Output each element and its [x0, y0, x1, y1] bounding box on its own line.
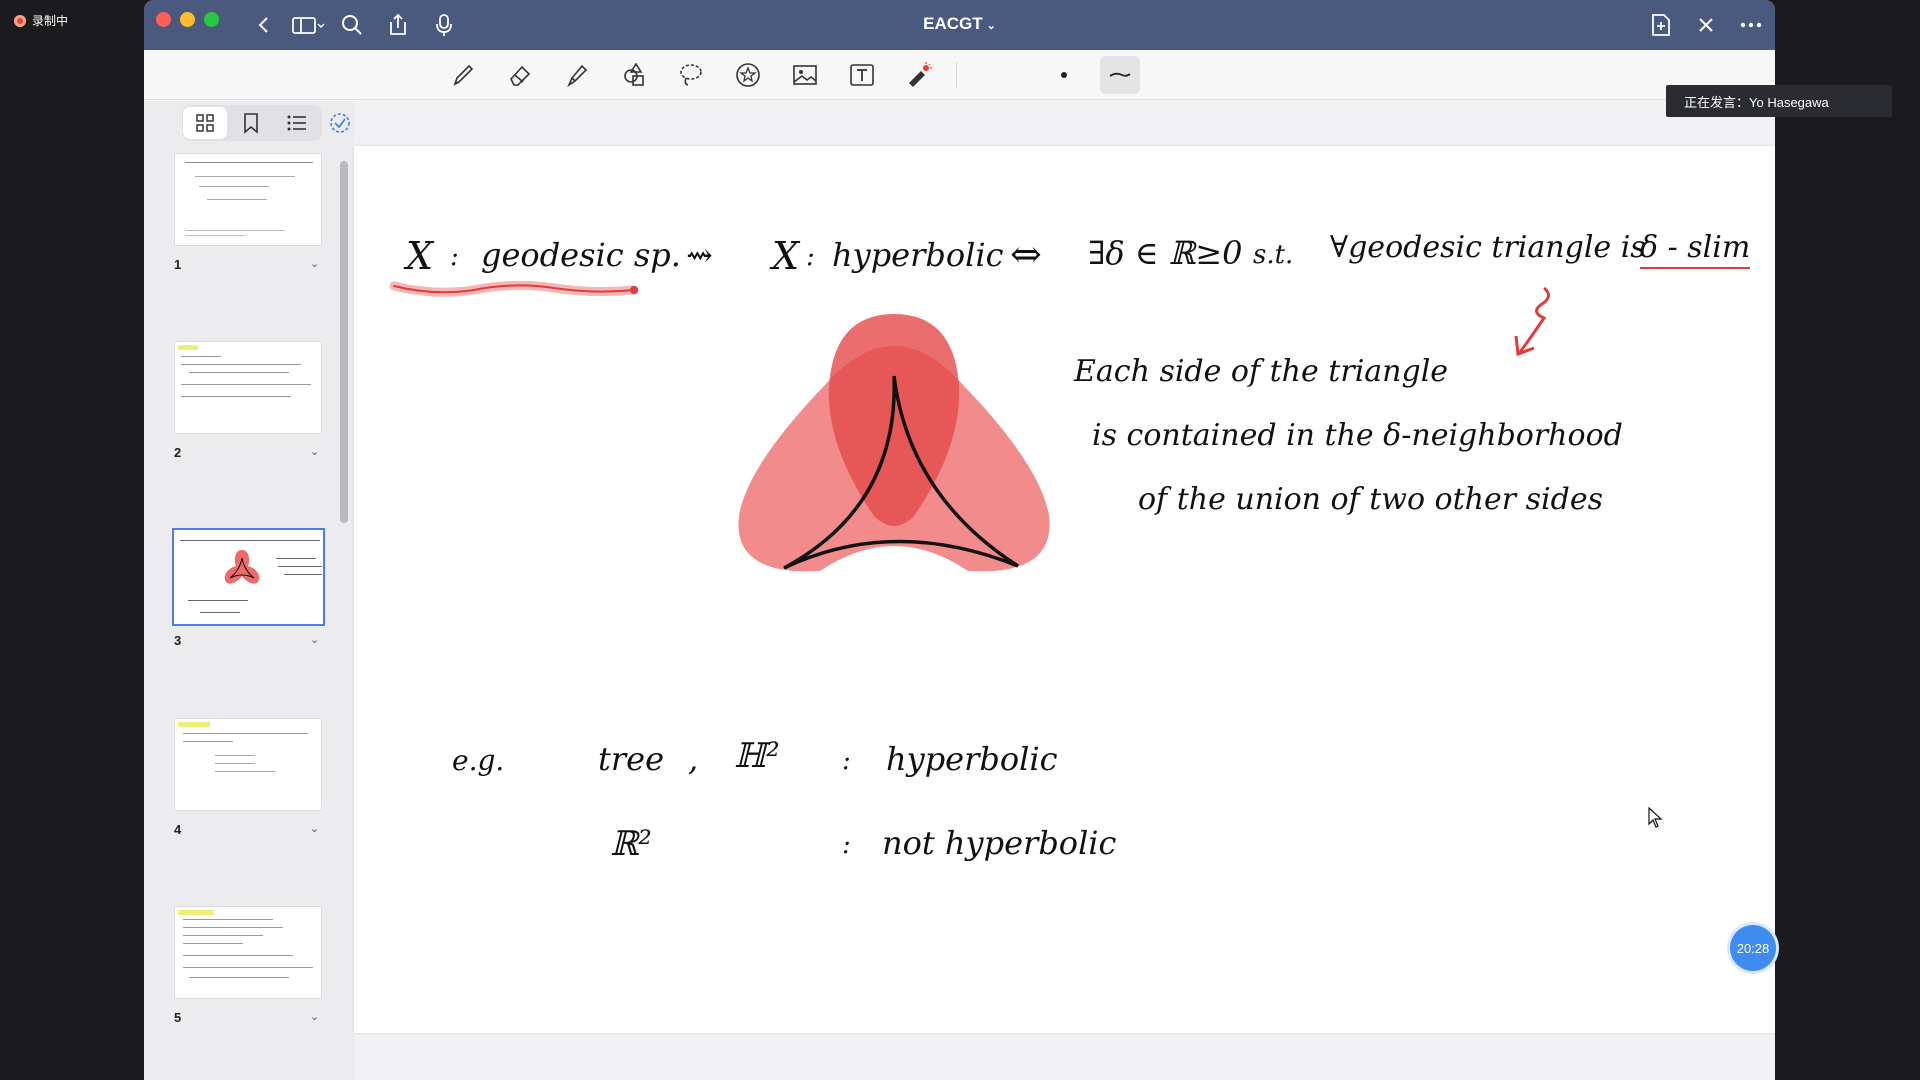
image-icon[interactable] — [790, 60, 820, 90]
ink-drawings — [389, 280, 1550, 572]
explain-line-2: is contained in the δ-neighborhood — [1092, 418, 1623, 453]
euclidean-plane-text: ℝ² — [610, 824, 652, 864]
app-window: EACGT ⌄ 1 ⌄ 2 ⌄ 3 ⌄ 4 ⌄ 5 ⌄ X: geodesic… — [144, 0, 1775, 1080]
colon: : — [842, 746, 851, 776]
chevron-down-icon[interactable]: ⌄ — [310, 633, 319, 646]
mouse-cursor-icon — [1648, 807, 1663, 828]
meeting-timer-button[interactable]: 20:28 — [1730, 925, 1776, 971]
new-page-icon[interactable] — [1649, 13, 1673, 37]
chevron-down-icon[interactable]: ⌄ — [310, 822, 319, 835]
colon: : — [842, 830, 851, 860]
stroke-style-icon[interactable] — [1100, 56, 1140, 94]
tree-text: tree — [598, 740, 665, 778]
sticker-icon[interactable] — [733, 60, 763, 90]
chevron-down-icon[interactable]: ⌄ — [310, 257, 319, 270]
more-icon[interactable] — [1739, 13, 1763, 37]
text-icon[interactable] — [847, 60, 877, 90]
chevron-down-icon[interactable]: ⌄ — [310, 1010, 319, 1023]
chevron-down-icon: ⌄ — [986, 20, 996, 32]
eraser-icon[interactable] — [505, 60, 535, 90]
pen-icon[interactable] — [448, 60, 478, 90]
triangle-neighborhood-shading — [738, 314, 1050, 572]
toolbar-divider — [956, 62, 957, 88]
page-number: 5 — [174, 1010, 182, 1025]
not-hyperbolic-text: not hyperbolic — [882, 824, 1117, 862]
shapes-icon[interactable] — [619, 60, 649, 90]
window-title[interactable]: EACGT ⌄ — [144, 14, 1775, 34]
page-number: 1 — [174, 257, 182, 272]
hyperbolic-plane-text: ℍ² — [734, 736, 780, 776]
page-sidebar: 1 ⌄ 2 ⌄ 3 ⌄ 4 ⌄ 5 ⌄ — [144, 101, 354, 1080]
page-number: 2 — [174, 445, 182, 460]
page-thumbnail-2[interactable] — [174, 341, 322, 434]
note-page[interactable]: X : geodesic sp. ⇝ X : hyperbolic ⇔ ∃δ ∈… — [354, 146, 1775, 1033]
outline-icon[interactable] — [275, 107, 319, 139]
titlebar: EACGT ⌄ — [144, 0, 1775, 50]
explain-line-1: Each side of the triangle — [1074, 354, 1449, 389]
stroke-size-dot-icon[interactable] — [1049, 60, 1079, 90]
hyperbolic-text: hyperbolic — [886, 740, 1058, 778]
close-icon[interactable] — [1694, 13, 1718, 37]
chevron-down-icon[interactable]: ⌄ — [310, 445, 319, 458]
record-dot-icon — [14, 14, 26, 27]
page-thumbnail-5[interactable] — [174, 906, 322, 999]
comma: , — [688, 740, 699, 778]
sidebar-tabs — [182, 105, 322, 141]
highlighter-icon[interactable] — [562, 60, 592, 90]
page-number: 3 — [174, 633, 182, 648]
explain-line-3: of the union of two other sides — [1138, 482, 1603, 517]
screen: 录制中 EACGT ⌄ 1 ⌄ 2 ⌄ 3 ⌄ 4 ⌄ 5 ⌄ X: geod… — [0, 0, 1920, 1080]
drawing-toolbar — [144, 50, 1775, 100]
lasso-icon[interactable] — [676, 60, 706, 90]
page-thumbnail-4[interactable] — [174, 718, 322, 811]
laser-pointer-icon[interactable] — [904, 60, 934, 90]
page-thumbnail-1[interactable] — [174, 153, 322, 246]
page-number: 4 — [174, 822, 182, 837]
recording-indicator: 录制中 — [14, 12, 68, 29]
sidebar-scrollbar[interactable] — [340, 161, 348, 523]
sync-status-icon[interactable] — [328, 111, 352, 135]
bookmarks-icon[interactable] — [229, 107, 273, 139]
thumbnails-icon[interactable] — [183, 107, 227, 139]
eg-text: e.g. — [452, 744, 505, 777]
speaker-banner: 正在发言：Yo Hasegawa — [1666, 85, 1892, 117]
page-thumbnail-3[interactable] — [172, 528, 325, 626]
recording-label: 录制中 — [32, 14, 69, 28]
